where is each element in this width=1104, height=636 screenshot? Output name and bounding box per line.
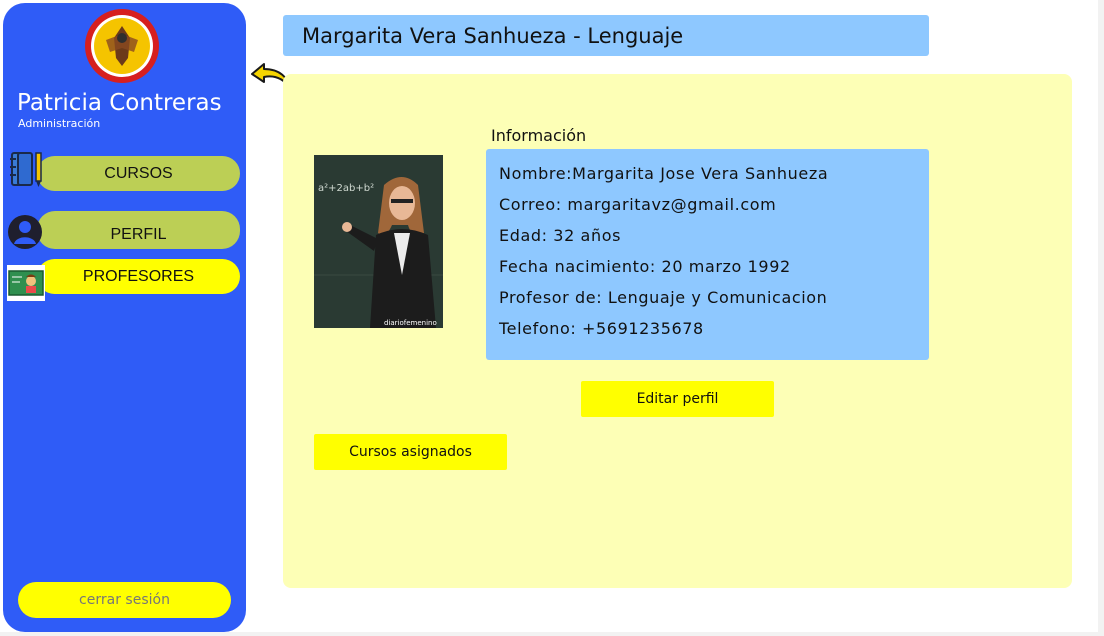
info-birthdate: Fecha nacimiento: 20 marzo 1992 bbox=[499, 257, 791, 276]
teacher-photo: a²+2ab+b² diariofemenino bbox=[314, 155, 443, 328]
info-age: Edad: 32 años bbox=[499, 226, 622, 245]
page: Patricia Contreras Administración CURSOS… bbox=[0, 0, 1098, 632]
logout-button[interactable]: cerrar sesión bbox=[18, 582, 231, 618]
nav-perfil-label: PERFIL bbox=[110, 226, 167, 243]
edit-profile-label: Editar perfil bbox=[636, 391, 719, 407]
info-phone: Telefono: +5691235678 bbox=[499, 319, 704, 338]
page-title-text: Margarita Vera Sanhueza - Lenguaje bbox=[302, 23, 684, 48]
info-box: Nombre:Margarita Jose Vera Sanhueza Corr… bbox=[486, 149, 929, 360]
notebook-icon bbox=[10, 152, 42, 187]
user-name: Patricia Contreras bbox=[17, 90, 222, 116]
page-title: Margarita Vera Sanhueza - Lenguaje bbox=[283, 15, 929, 56]
nav-perfil[interactable]: PERFIL bbox=[37, 211, 240, 249]
info-email: Correo: margaritavz@gmail.com bbox=[499, 195, 777, 214]
teacher-board-icon bbox=[7, 265, 45, 301]
nav-profesores-label: PROFESORES bbox=[82, 267, 195, 285]
nav-cursos[interactable]: CURSOS bbox=[37, 156, 240, 191]
logout-label: cerrar sesión bbox=[79, 592, 170, 608]
assigned-courses-button[interactable]: Cursos asignados bbox=[314, 434, 507, 470]
info-title: Información bbox=[491, 126, 587, 145]
edit-profile-button[interactable]: Editar perfil bbox=[581, 381, 774, 417]
school-logo bbox=[85, 9, 159, 83]
sidebar: Patricia Contreras Administración CURSOS… bbox=[3, 3, 246, 632]
nav-cursos-label: CURSOS bbox=[104, 164, 173, 182]
svg-text:a²+2ab+b²: a²+2ab+b² bbox=[318, 183, 374, 194]
nav-profesores[interactable]: PROFESORES bbox=[37, 259, 240, 294]
user-icon bbox=[8, 215, 42, 249]
photo-watermark: diariofemenino bbox=[384, 319, 437, 327]
user-role: Administración bbox=[18, 117, 101, 130]
info-subject: Profesor de: Lenguaje y Comunicacion bbox=[499, 288, 828, 307]
assigned-courses-label: Cursos asignados bbox=[349, 444, 472, 460]
info-name: Nombre:Margarita Jose Vera Sanhueza bbox=[499, 164, 829, 183]
